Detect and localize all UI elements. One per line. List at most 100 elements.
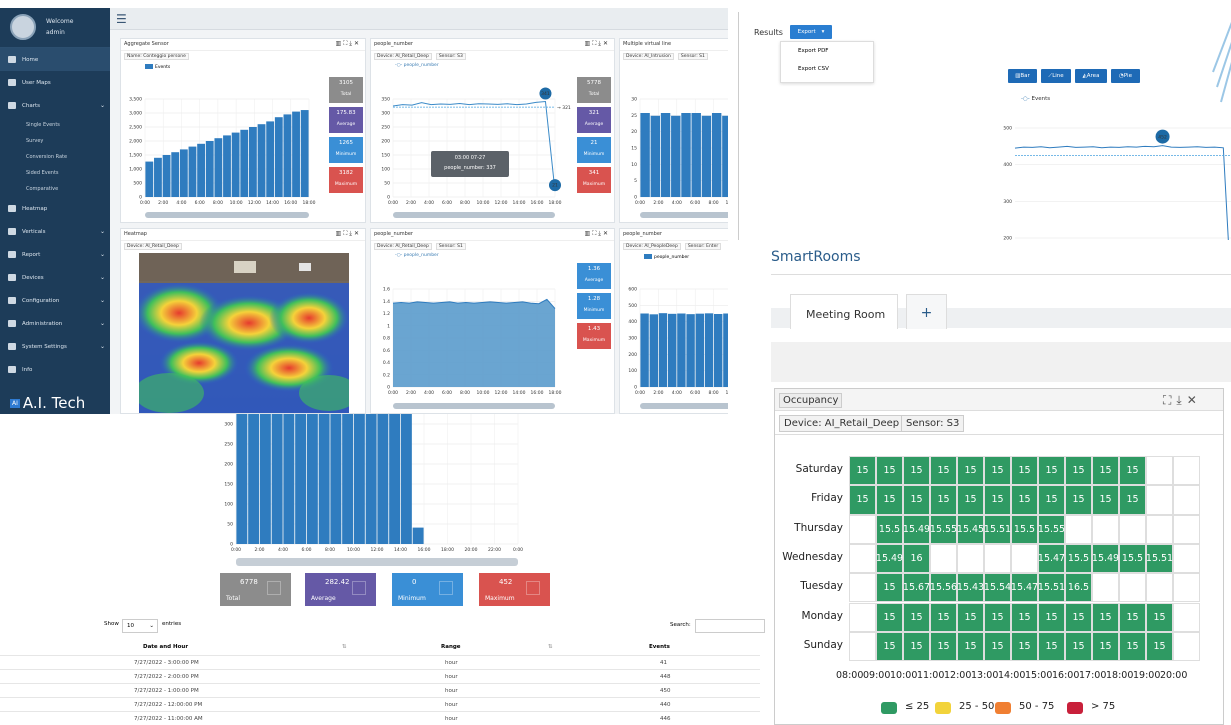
- heatmap-cell[interactable]: [1119, 573, 1146, 603]
- heatmap-cell[interactable]: 15: [1038, 631, 1065, 662]
- column-events[interactable]: Events: [649, 644, 670, 650]
- sidebar-item-administration[interactable]: Administration ⌄: [0, 312, 110, 335]
- bar[interactable]: [701, 115, 712, 197]
- heatmap-cell[interactable]: 15.51: [984, 514, 1011, 544]
- export-pdf-item[interactable]: Export PDF: [781, 42, 873, 54]
- heatmap-cell[interactable]: 15: [957, 456, 984, 486]
- table-row[interactable]: 7/27/2022 - 2:00:00 PM hour 448: [0, 669, 760, 683]
- heatmap-cell[interactable]: [1173, 602, 1200, 632]
- heatmap-cell[interactable]: 15: [957, 631, 984, 662]
- entries-select[interactable]: 10 ⌄: [122, 619, 158, 633]
- sidebar-subitem[interactable]: Conversion Rate: [0, 149, 110, 165]
- heatmap-cell[interactable]: 15.5: [876, 514, 903, 544]
- bar[interactable]: [677, 313, 686, 388]
- heatmap-cell[interactable]: 15: [876, 485, 903, 515]
- heatmap-cell[interactable]: 15: [1038, 485, 1065, 515]
- heatmap-cell[interactable]: 15: [903, 456, 930, 486]
- bar[interactable]: [188, 146, 197, 197]
- heatmap-cell[interactable]: [1011, 543, 1038, 574]
- pie-button[interactable]: ◔ Pie: [1111, 69, 1140, 83]
- sort-icon[interactable]: ⇅: [548, 644, 553, 650]
- heatmap-cell[interactable]: [1092, 514, 1119, 544]
- heatmap-cell[interactable]: [1092, 573, 1119, 603]
- chart-scrollbar[interactable]: [145, 212, 309, 218]
- heatmap-cell[interactable]: 15: [1092, 631, 1119, 662]
- panel-tools[interactable]: ⛶⤓✕: [1163, 393, 1202, 408]
- heatmap-cell[interactable]: [849, 602, 876, 632]
- panel-tools[interactable]: ▥⛶⤓✕: [335, 40, 361, 48]
- sidebar-item-charts[interactable]: Charts ⌄: [0, 94, 110, 117]
- chart-scrollbar[interactable]: [393, 212, 555, 218]
- heatmap-cell[interactable]: 15.47: [1038, 543, 1065, 574]
- heatmap-cell[interactable]: 15.45: [957, 514, 984, 544]
- heatmap-cell[interactable]: 15.49: [1092, 543, 1119, 574]
- sidebar-item-devices[interactable]: Devices ⌄: [0, 266, 110, 289]
- bar[interactable]: [274, 117, 283, 197]
- heatmap-cell[interactable]: 15: [903, 631, 930, 662]
- bar[interactable]: [300, 110, 309, 197]
- bar[interactable]: [671, 115, 681, 197]
- bar[interactable]: [248, 127, 257, 197]
- heatmap-cell[interactable]: 15: [1092, 456, 1119, 486]
- add-room-button[interactable]: +: [906, 294, 947, 329]
- column-range[interactable]: Range: [441, 644, 461, 650]
- bar[interactable]: [145, 161, 154, 197]
- bar[interactable]: [257, 124, 266, 197]
- sidebar-item-verticals[interactable]: Verticals ⌄: [0, 220, 110, 243]
- heatmap-cell[interactable]: 15: [984, 631, 1011, 662]
- heatmap-cell[interactable]: 15: [984, 602, 1011, 632]
- bar[interactable]: [377, 414, 389, 544]
- heatmap-cell[interactable]: [1146, 514, 1173, 544]
- bar[interactable]: [722, 115, 728, 197]
- sidebar-item-user-maps[interactable]: User Maps: [0, 71, 110, 94]
- bar[interactable]: [240, 129, 249, 197]
- bar[interactable]: [640, 313, 649, 388]
- heatmap-cell[interactable]: 16: [903, 543, 930, 574]
- heatmap-cell[interactable]: 15: [1011, 485, 1038, 515]
- heatmap-cell[interactable]: 15: [849, 485, 876, 515]
- bar[interactable]: [214, 138, 223, 197]
- bar[interactable]: [171, 152, 180, 197]
- hamburger-icon[interactable]: ☰: [116, 12, 127, 26]
- bar[interactable]: [283, 114, 292, 197]
- bar[interactable]: [400, 414, 412, 544]
- chart-scrollbar[interactable]: [393, 403, 555, 409]
- heatmap-cell[interactable]: 15: [1065, 456, 1092, 486]
- search-input[interactable]: [695, 619, 765, 633]
- bar[interactable]: [681, 113, 691, 197]
- heatmap-cell[interactable]: 15: [1092, 485, 1119, 515]
- chart-scrollbar[interactable]: [236, 558, 518, 566]
- heatmap-cell[interactable]: 15: [1119, 631, 1146, 662]
- heatmap-cell[interactable]: 15: [1065, 485, 1092, 515]
- heatmap-cell[interactable]: [849, 631, 876, 662]
- bar[interactable]: [295, 414, 307, 544]
- heatmap-cell[interactable]: [1065, 514, 1092, 544]
- heatmap-cell[interactable]: [1146, 485, 1173, 515]
- heatmap-cell[interactable]: 15: [930, 485, 957, 515]
- heatmap-cell[interactable]: 15: [1065, 631, 1092, 662]
- bar[interactable]: [259, 414, 271, 544]
- bar[interactable]: [330, 414, 342, 544]
- heatmap-cell[interactable]: 15: [984, 485, 1011, 515]
- heatmap-cell[interactable]: 15: [1119, 485, 1146, 515]
- heatmap-cell[interactable]: 15: [984, 456, 1011, 486]
- bar[interactable]: [283, 414, 295, 544]
- bar[interactable]: [650, 115, 661, 197]
- bar[interactable]: [711, 113, 722, 197]
- heatmap-cell[interactable]: 15: [1038, 602, 1065, 632]
- heatmap-cell[interactable]: 15.47: [1011, 573, 1038, 603]
- bar[interactable]: [231, 132, 240, 197]
- bar[interactable]: [691, 113, 701, 197]
- heatmap-cell[interactable]: 15: [1011, 631, 1038, 662]
- heatmap-cell[interactable]: 15: [1146, 631, 1173, 662]
- bar[interactable]: [660, 113, 671, 197]
- tab-meeting-room[interactable]: Meeting Room: [790, 294, 898, 329]
- sidebar-subitem[interactable]: Single Events: [0, 117, 110, 133]
- heatmap-cell[interactable]: 15.51: [1146, 543, 1173, 574]
- heatmap-cell[interactable]: [1173, 573, 1200, 603]
- heatmap-cell[interactable]: [1173, 543, 1200, 574]
- heatmap-cell[interactable]: 15.5: [1065, 543, 1092, 574]
- heatmap-cell[interactable]: 15: [876, 602, 903, 632]
- bar[interactable]: [389, 414, 401, 544]
- bar[interactable]: [704, 313, 714, 387]
